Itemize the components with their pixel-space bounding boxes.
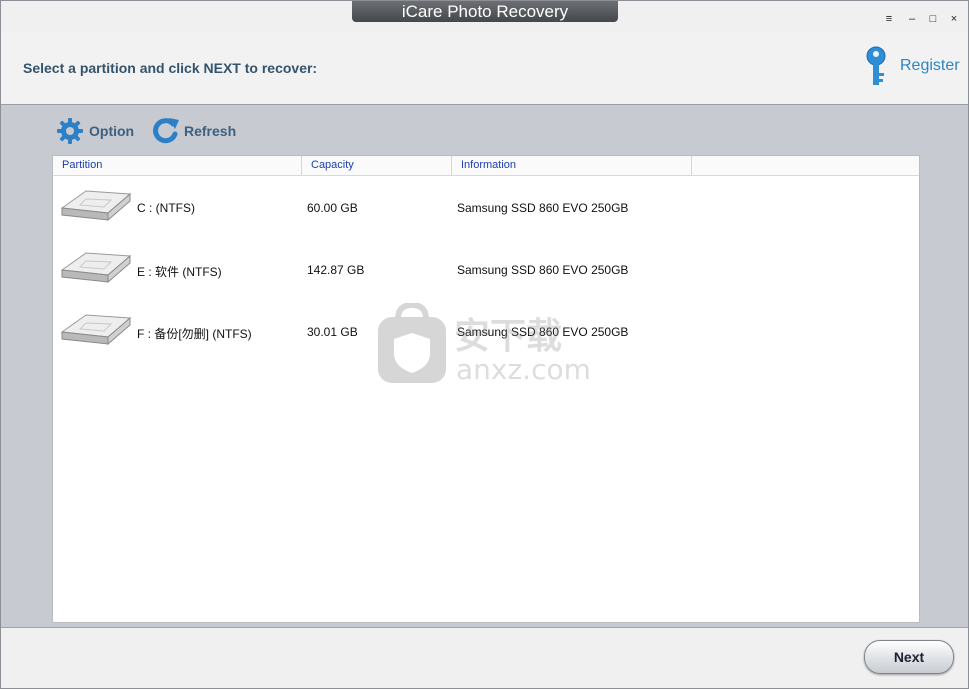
table-row[interactable]: E : 软件 (NTFS) 142.87 GB Samsung SSD 860 …: [53, 238, 919, 300]
hard-drive-icon: [56, 248, 134, 291]
gear-icon: [56, 117, 84, 150]
instruction-text: Select a partition and click NEXT to rec…: [23, 60, 318, 76]
list-header: Partition Capacity Information: [53, 156, 919, 176]
app-window: iCare Photo Recovery ≡ – □ × Select a pa…: [0, 0, 969, 689]
partition-capacity: 30.01 GB: [307, 325, 358, 339]
watermark-text-cn: 安下载: [454, 316, 563, 357]
partition-capacity: 142.87 GB: [307, 263, 365, 277]
key-icon: [863, 46, 889, 93]
column-header-capacity[interactable]: Capacity: [302, 156, 452, 175]
shield-icon: [376, 301, 448, 392]
maximize-button[interactable]: □: [923, 11, 943, 27]
option-button[interactable]: Option: [56, 115, 136, 145]
close-button[interactable]: ×: [944, 11, 964, 27]
footer-panel: Next: [1, 627, 968, 688]
watermark-text-en: anxz.com: [456, 353, 591, 386]
column-header-information[interactable]: Information: [452, 156, 692, 175]
column-header-partition[interactable]: Partition: [53, 156, 302, 175]
refresh-label: Refresh: [184, 123, 237, 139]
partition-capacity: 60.00 GB: [307, 201, 358, 215]
title-bar[interactable]: iCare Photo Recovery ≡ – □ ×: [1, 1, 968, 32]
table-row[interactable]: C : (NTFS) 60.00 GB Samsung SSD 860 EVO …: [53, 176, 919, 238]
partition-list[interactable]: Partition Capacity Information C : (NTFS…: [52, 155, 920, 623]
hard-drive-icon: [56, 310, 134, 353]
header-panel: Select a partition and click NEXT to rec…: [1, 32, 968, 105]
next-button[interactable]: Next: [864, 640, 954, 674]
window-title: iCare Photo Recovery: [352, 1, 618, 22]
refresh-button[interactable]: Refresh: [151, 115, 241, 145]
partition-name: C : (NTFS): [137, 201, 195, 215]
partition-name: F : 备份[勿删] (NTFS): [137, 327, 252, 341]
refresh-icon: [151, 117, 181, 150]
register-label: Register: [900, 57, 960, 74]
option-label: Option: [89, 123, 135, 139]
partition-information: Samsung SSD 860 EVO 250GB: [457, 201, 629, 215]
partition-name: E : 软件 (NTFS): [137, 265, 222, 279]
hard-drive-icon: [56, 186, 134, 229]
menu-button[interactable]: ≡: [879, 11, 899, 27]
partition-information: Samsung SSD 860 EVO 250GB: [457, 263, 629, 277]
register-button[interactable]: Register: [861, 46, 965, 90]
minimize-button[interactable]: –: [902, 11, 922, 27]
watermark: 安下载 anxz.com: [376, 301, 596, 387]
